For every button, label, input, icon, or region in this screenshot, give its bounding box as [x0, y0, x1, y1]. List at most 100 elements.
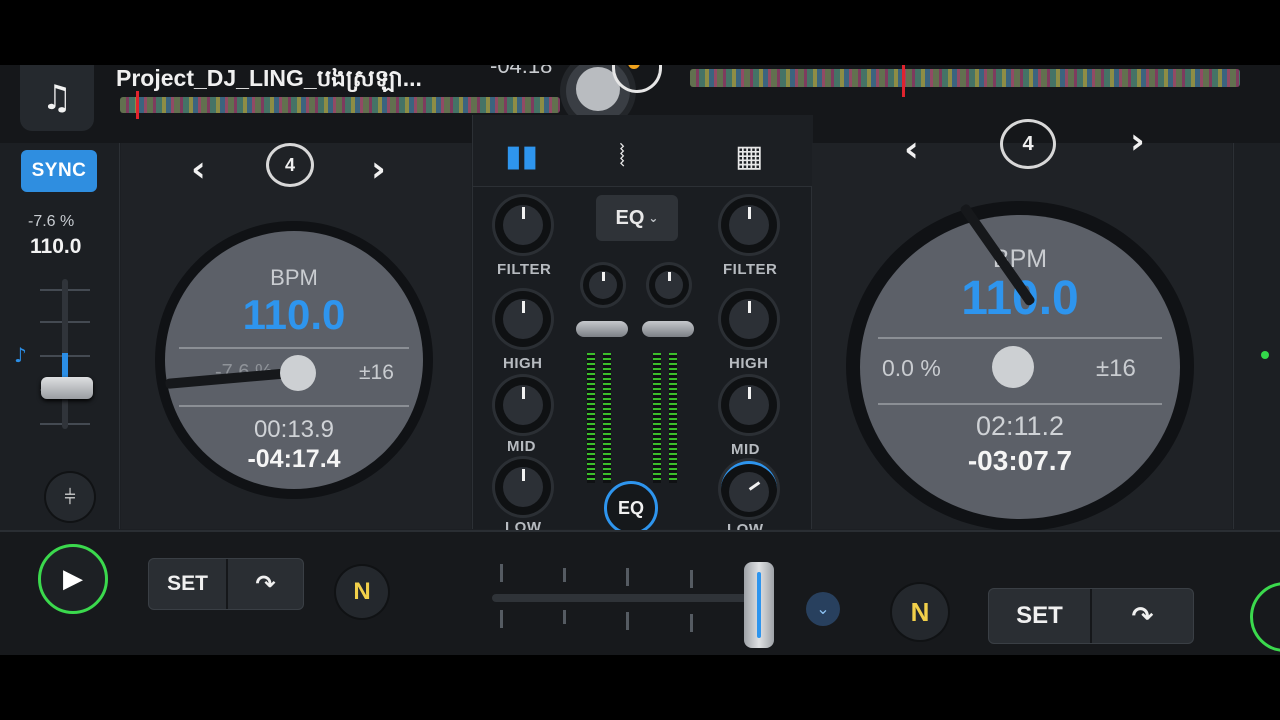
left-platter[interactable]: BPM 110.0 -7.6 % ±16 00:13.9 -04:17.4 — [155, 221, 433, 499]
dj-app: ♫ Project_DJ_LING_បងស្រឡា... -04:18 SYNC… — [0, 65, 1280, 655]
chevron-right-icon[interactable]: › — [371, 149, 386, 190]
right-set-cue-button[interactable]: SET — [989, 589, 1090, 643]
mixer-tabs: ▮▮ ⦚ ▦ — [473, 115, 813, 187]
right-low-knob[interactable] — [721, 461, 777, 517]
left-loop-nav: ‹ 4 › — [121, 143, 471, 203]
crossfader-tick — [563, 568, 566, 582]
left-gain-knob[interactable] — [583, 265, 623, 305]
left-filter-knob[interactable] — [495, 197, 551, 253]
right-cue-group: SET ↷ — [988, 588, 1194, 644]
waveform-icon[interactable]: ⦚ — [619, 139, 625, 174]
chevron-right-icon[interactable]: › — [1130, 121, 1145, 162]
right-platter-face: BPM 110.0 0.0 % ±16 02:11.2 -03:07.7 — [860, 202, 1180, 519]
right-high-knob[interactable] — [721, 291, 777, 347]
chevron-down-icon: ⌄ — [648, 211, 659, 225]
remaining-time: -04:17.4 — [247, 445, 341, 473]
left-set-cue-button[interactable]: SET — [149, 559, 226, 609]
crossfader-tick — [500, 610, 503, 628]
right-platter[interactable]: BPM 110.0 0.0 % ±16 02:11.2 -03:07.7 — [846, 201, 1194, 531]
loop-icon[interactable]: 4 — [1000, 119, 1056, 169]
key-lock-icon[interactable]: ♪ — [14, 343, 27, 367]
crossfader-handle[interactable] — [744, 562, 774, 648]
mixer-levels-icon[interactable]: ▮▮ — [505, 139, 538, 174]
eq-toggle-button[interactable]: EQ — [604, 481, 658, 535]
pitch-percent: -7.6 % — [28, 213, 75, 230]
right-level-meter-b — [669, 353, 677, 483]
divider — [179, 405, 409, 407]
chevron-down-icon[interactable]: ⌄ — [806, 592, 840, 626]
pitch-bpm-value: 110.0 — [30, 235, 82, 258]
play-icon: ▶ — [63, 564, 83, 594]
right-level-meter-a — [653, 353, 661, 483]
crossfader-tick — [690, 570, 693, 588]
grid-pads-icon[interactable]: ▦ — [735, 139, 763, 174]
crossfader-tick — [626, 568, 629, 586]
crossfader-tick — [500, 564, 503, 582]
top-remaining-time: -04:18 — [490, 65, 553, 78]
right-filter-knob[interactable] — [721, 197, 777, 253]
left-level-meter-a — [587, 353, 595, 483]
right-filter-label: FILTER — [723, 261, 778, 278]
library-button[interactable]: ♫ — [20, 65, 94, 131]
cue-jump-icon[interactable]: ↷ — [1090, 589, 1193, 643]
chevron-left-icon[interactable]: ‹ — [904, 129, 919, 170]
divider — [179, 347, 409, 349]
elapsed-time: 02:11.2 — [975, 411, 1065, 441]
crossfader-tick — [690, 614, 693, 632]
music-note-icon: ♫ — [41, 78, 73, 118]
right-high-label: HIGH — [729, 355, 769, 372]
platter-center — [280, 355, 316, 391]
left-mid-label: MID — [507, 438, 536, 455]
right-gain-knob[interactable] — [649, 265, 689, 305]
cue-jump-icon[interactable]: ↷ — [225, 559, 303, 609]
right-mid-knob[interactable] — [721, 377, 777, 433]
divider — [878, 337, 1162, 339]
elapsed-time: 00:13.9 — [253, 416, 335, 443]
sliders-icon[interactable]: ⫩ — [46, 473, 94, 521]
left-playhead-marker — [136, 91, 139, 119]
left-pitch-column: SYNC -7.6 % 110.0 ♪ ⫩ — [0, 143, 120, 529]
bpm-value: 110.0 — [242, 291, 346, 338]
right-loop-nav: ‹ 4 › — [812, 119, 1232, 203]
right-waveform-overview[interactable] — [690, 69, 1240, 87]
left-deck: ‹ 4 › BPM 110.0 -7.6 % ±16 00:13.9 -04:1… — [121, 143, 471, 529]
pitch-slider-handle[interactable] — [41, 377, 93, 399]
remaining-time: -03:07.7 — [967, 445, 1073, 476]
left-filter-label: FILTER — [497, 261, 552, 278]
right-pitch-column — [1233, 143, 1280, 529]
left-play-button[interactable]: ▶ — [38, 544, 108, 614]
left-mid-knob[interactable] — [495, 377, 551, 433]
left-volume-fader[interactable] — [576, 321, 628, 337]
eq-dropdown-label: EQ — [615, 206, 645, 229]
pitch-range: ±16 — [359, 361, 394, 384]
loop-icon[interactable]: 4 — [266, 143, 314, 187]
left-cue-group: SET ↷ — [148, 558, 304, 610]
right-volume-fader[interactable] — [642, 321, 694, 337]
left-platter-face: BPM 110.0 -7.6 % ±16 00:13.9 -04:17.4 — [165, 231, 423, 489]
status-led — [1261, 351, 1269, 359]
mixer-panel: ▮▮ ⦚ ▦ FILTER HIGH MID LOW EQ ⌄ EQ FILTE… — [472, 115, 813, 538]
chevron-left-icon[interactable]: ‹ — [191, 149, 206, 190]
eq-dropdown[interactable]: EQ ⌄ — [596, 195, 678, 241]
pitch-range: ±16 — [1096, 355, 1136, 382]
neural-mix-icon[interactable]: N — [892, 584, 948, 640]
right-play-button[interactable] — [1250, 582, 1280, 652]
left-level-meter-b — [603, 353, 611, 483]
loop-count: 4 — [1022, 132, 1034, 155]
neural-mix-icon[interactable]: N — [336, 566, 388, 618]
platter-center — [992, 346, 1034, 388]
track-title: Project_DJ_LING_បងស្រឡា... — [116, 65, 422, 91]
divider — [878, 403, 1162, 405]
left-low-knob[interactable] — [495, 459, 551, 515]
pitch-offset: 0.0 % — [882, 355, 941, 381]
crossfader-track[interactable] — [492, 594, 762, 602]
bpm-label: BPM — [992, 245, 1048, 273]
sync-button[interactable]: SYNC — [21, 150, 97, 192]
right-playhead-marker — [902, 65, 905, 97]
left-waveform-overview[interactable] — [120, 97, 560, 113]
left-high-knob[interactable] — [495, 291, 551, 347]
left-high-label: HIGH — [503, 355, 543, 372]
crossfader-tick — [563, 610, 566, 624]
right-mid-label: MID — [731, 441, 760, 458]
crossfader-tick — [626, 612, 629, 630]
